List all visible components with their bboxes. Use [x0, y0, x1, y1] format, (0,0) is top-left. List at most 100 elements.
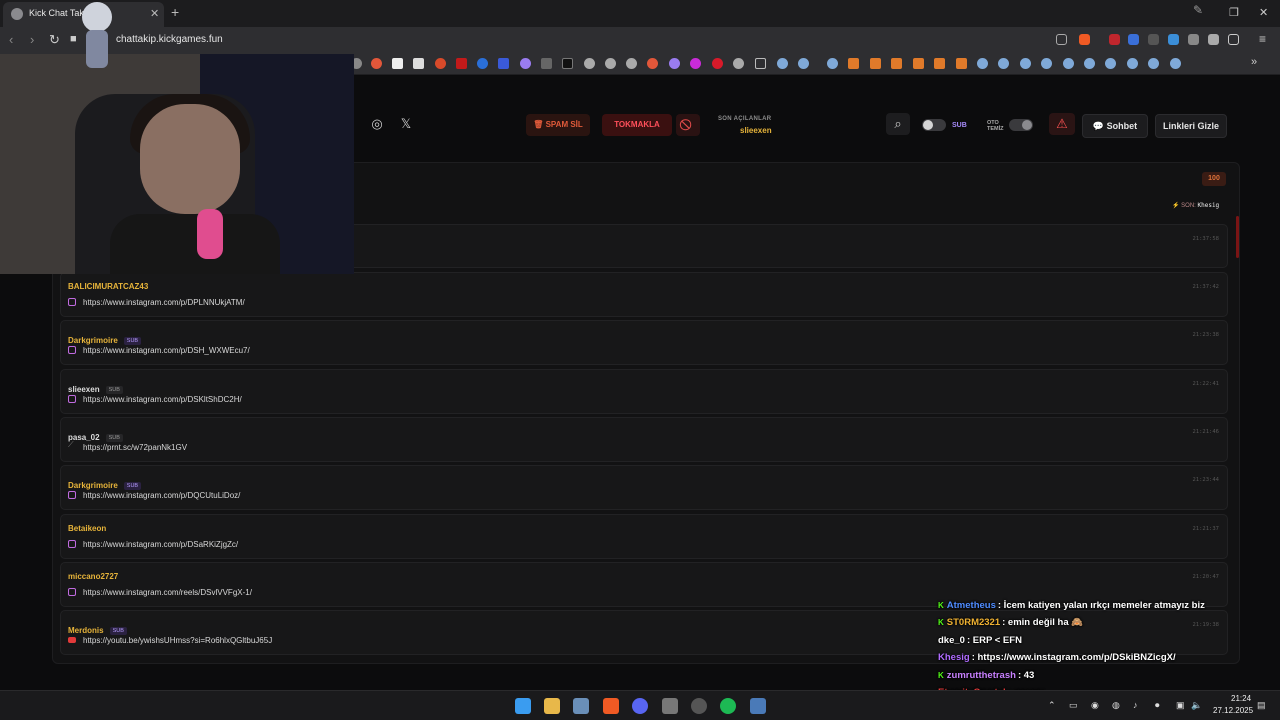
clock-date[interactable]: 27.12.2025 — [1213, 706, 1253, 715]
restore-window-icon[interactable]: ❐ — [1229, 6, 1239, 19]
bookmark-icon[interactable] — [498, 58, 509, 69]
clock-time[interactable]: 21:24 — [1231, 694, 1251, 703]
reddit-icon[interactable] — [371, 58, 382, 69]
steam-icon[interactable] — [1084, 58, 1095, 69]
new-tab-icon[interactable]: + — [171, 4, 179, 20]
steam-icon[interactable] — [1041, 58, 1052, 69]
share-icon[interactable] — [1056, 34, 1067, 45]
more-bookmarks-icon[interactable]: » — [1251, 56, 1257, 68]
extension-icon[interactable] — [1128, 34, 1139, 45]
bookmark-icon[interactable] — [562, 58, 573, 69]
bookmark-icon[interactable] — [870, 58, 881, 69]
bookmark-icon[interactable] — [934, 58, 945, 69]
bookmark-icon[interactable]: ■ — [70, 33, 77, 45]
bookmark-icon[interactable] — [690, 58, 701, 69]
link-row[interactable]: BALICIMURATCAZ43 https://www.instagram.co… — [60, 272, 1228, 317]
row-username[interactable]: BALICIMURATCAZ43 — [68, 282, 148, 291]
bookmark-icon[interactable] — [712, 58, 723, 69]
microphone-tray-icon[interactable]: ⏺ — [1155, 700, 1160, 711]
row-username[interactable]: Merdonis — [68, 626, 104, 635]
last-opened-user[interactable]: slieexen — [740, 126, 772, 135]
notification-icon[interactable]: ▤ — [1257, 700, 1266, 711]
bookmark-icon[interactable] — [477, 58, 488, 69]
bookmark-icon[interactable] — [541, 58, 552, 69]
extension-icon[interactable] — [1188, 34, 1199, 45]
steam-icon[interactable] — [1148, 58, 1159, 69]
file-explorer-icon[interactable] — [544, 698, 560, 714]
app-icon[interactable] — [662, 698, 678, 714]
steam-icon[interactable] — [977, 58, 988, 69]
steam-icon[interactable] — [777, 58, 788, 69]
steam-icon[interactable] — [827, 58, 838, 69]
reload-icon[interactable]: ↻ — [49, 32, 60, 48]
warning-icon[interactable]: ⚠ — [1049, 113, 1075, 135]
bookmark-icon[interactable] — [956, 58, 967, 69]
link-row[interactable]: pasa_02 SUB ⟋ https://prnt.sc/w72panNk1GV 21… — [60, 417, 1228, 462]
auto-clean-toggle[interactable] — [1009, 119, 1033, 131]
row-link[interactable]: https://www.instagram.com/reels/DSvlVVFg… — [83, 588, 252, 597]
bookmark-icon[interactable] — [733, 58, 744, 69]
steam-icon[interactable] — [1105, 58, 1116, 69]
bookmark-icon[interactable] — [392, 58, 403, 69]
link-row[interactable]: slieexen SUB https://www.instagram.com/p/D… — [60, 369, 1228, 414]
ublock-icon[interactable] — [1109, 34, 1120, 45]
close-tab-icon[interactable]: ✕ — [150, 7, 159, 20]
extension-icon[interactable] — [1148, 34, 1159, 45]
row-link[interactable]: https://www.instagram.com/p/DSaRKiZjgZc/ — [83, 540, 238, 549]
url-field[interactable]: chattakip.kickgames.fun — [116, 34, 223, 45]
search-icon[interactable]: ⌕ — [886, 113, 910, 135]
discord-icon[interactable] — [632, 698, 648, 714]
bookmark-icon[interactable] — [848, 58, 859, 69]
bookmark-icon[interactable] — [413, 58, 424, 69]
link-row[interactable]: Darkgrimoire SUB https://www.instagram.com… — [60, 320, 1228, 365]
steam-icon[interactable] — [798, 58, 809, 69]
bookmark-icon[interactable] — [605, 58, 616, 69]
bookmark-icon[interactable] — [669, 58, 680, 69]
row-username[interactable]: slieexen — [68, 385, 100, 394]
tray-app-icon[interactable]: ◉ — [1091, 700, 1099, 711]
steam-icon[interactable] — [1127, 58, 1138, 69]
steam-icon[interactable] — [998, 58, 1009, 69]
brave-icon[interactable] — [603, 698, 619, 714]
row-link[interactable]: https://www.instagram.com/p/DSKltShDC2H/ — [83, 395, 242, 404]
steam-tray-icon[interactable]: ◍ — [1112, 700, 1120, 711]
bookmark-icon[interactable] — [584, 58, 595, 69]
row-username[interactable]: miccano2727 — [68, 572, 118, 581]
steam-icon[interactable] — [573, 698, 589, 714]
forward-icon[interactable]: › — [30, 32, 34, 47]
row-link[interactable]: https://youtu.be/ywishsUHmss?si=Ro6hlxQG… — [83, 636, 272, 645]
menu-icon[interactable]: ≡ — [1259, 32, 1266, 46]
row-username[interactable]: Darkgrimoire — [68, 481, 118, 490]
row-username[interactable]: Darkgrimoire — [68, 336, 118, 345]
back-icon[interactable]: ‹ — [9, 32, 13, 47]
x-icon[interactable]: 𝕏 — [395, 113, 417, 135]
steam-icon[interactable] — [1170, 58, 1181, 69]
puzzle-icon[interactable] — [1208, 34, 1219, 45]
battery-icon[interactable]: ▭ — [1069, 700, 1078, 711]
bookmark-icon[interactable] — [520, 58, 531, 69]
row-link[interactable]: https://www.instagram.com/p/DSH_WXWEcu7/ — [83, 346, 250, 355]
bookmark-icon[interactable] — [456, 58, 467, 69]
steam-icon[interactable] — [1020, 58, 1031, 69]
speaker-icon[interactable]: ♪ — [1133, 700, 1138, 710]
chat-button[interactable]: 💬 Sohbet — [1082, 114, 1148, 138]
instagram-icon[interactable]: ◎ — [366, 113, 388, 135]
ban-icon[interactable]: ⃠ — [676, 114, 700, 136]
brave-shields-icon[interactable] — [1079, 34, 1090, 45]
hide-links-button[interactable]: Linkleri Gizle — [1155, 114, 1227, 138]
obs-icon[interactable] — [691, 698, 707, 714]
bookmark-icon[interactable] — [891, 58, 902, 69]
sidebar-icon[interactable] — [1228, 34, 1239, 45]
close-window-icon[interactable]: ✕ — [1259, 6, 1268, 19]
bookmark-icon[interactable] — [435, 58, 446, 69]
row-link[interactable]: https://www.instagram.com/p/DPLNNUkjATM/ — [83, 298, 245, 307]
spam-delete-button[interactable]: 🗑 SPAM SİL — [526, 114, 590, 136]
link-row[interactable]: Betaikeon https://www.instagram.com/p/DSa… — [60, 514, 1228, 559]
windows-start-icon[interactable] — [515, 698, 531, 714]
app-icon[interactable] — [750, 698, 766, 714]
row-link[interactable]: https://www.instagram.com/p/DQCUtuLiDoz/ — [83, 491, 240, 500]
row-link[interactable]: https://prnt.sc/w72panNk1GV — [83, 443, 187, 452]
tray-expand-icon[interactable]: ⌃ — [1048, 700, 1056, 711]
scrollbar[interactable] — [1236, 216, 1239, 258]
row-username[interactable]: Betaikeon — [68, 524, 106, 533]
